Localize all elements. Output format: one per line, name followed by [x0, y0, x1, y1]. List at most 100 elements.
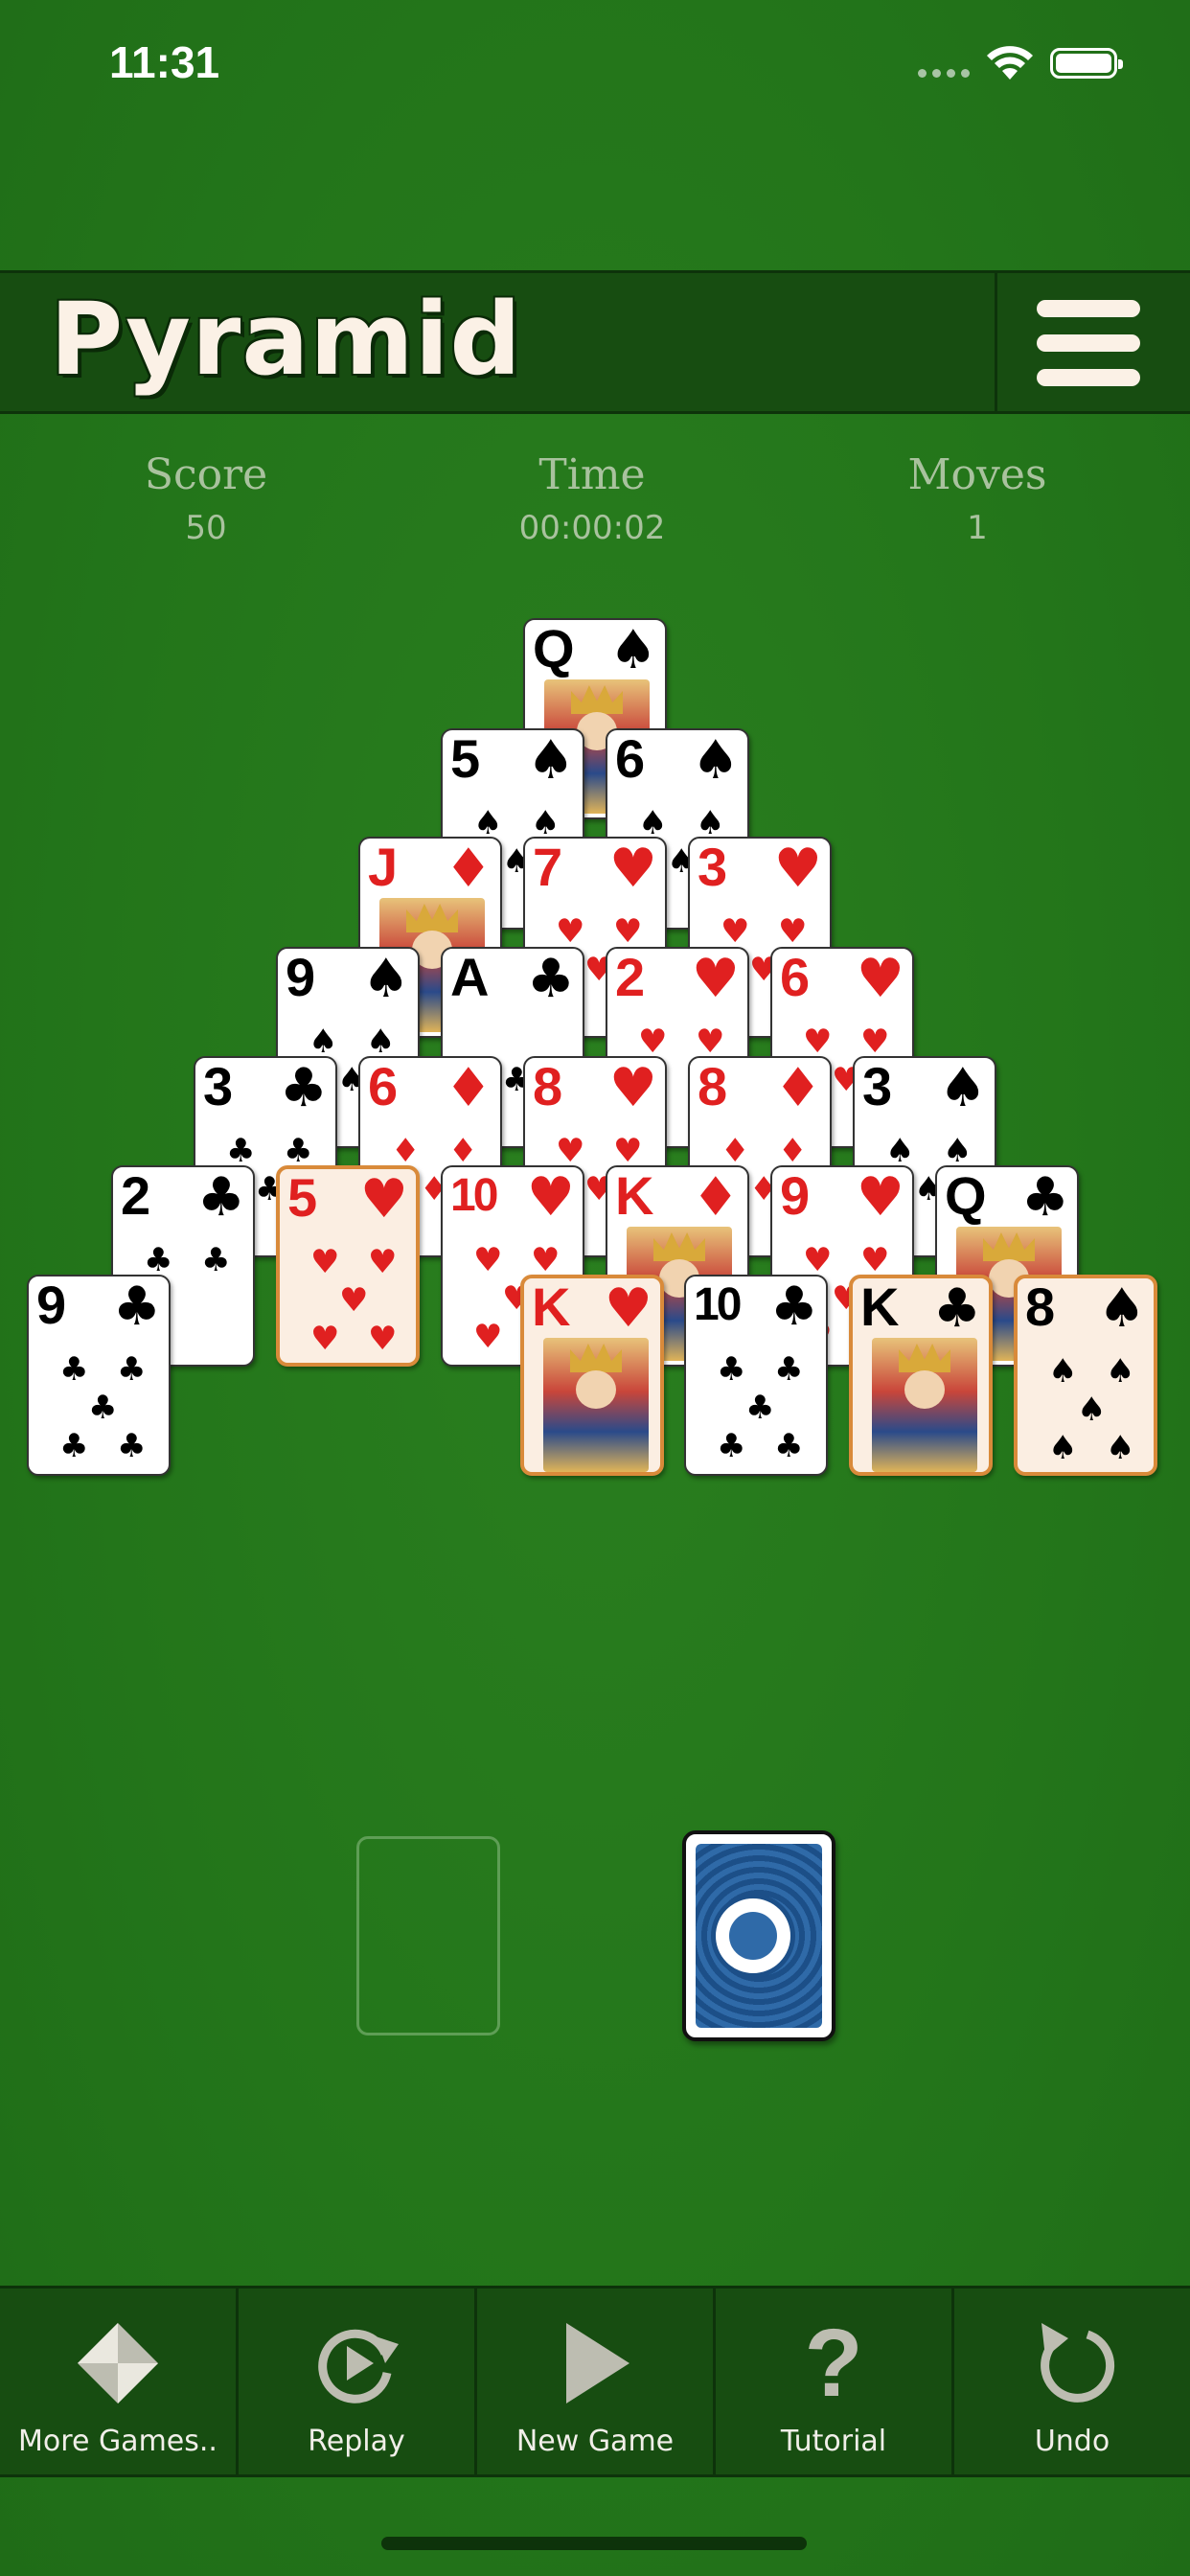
undo-button[interactable]: Undo: [954, 2288, 1190, 2474]
replay-button[interactable]: Replay: [239, 2288, 477, 2474]
more-games-button[interactable]: More Games..: [0, 2288, 239, 2474]
card-pip-icon: ♠: [531, 804, 561, 842]
card-pip-icon: ♥: [368, 1243, 398, 1281]
card-pip-icon: ♣: [201, 1241, 231, 1279]
card-suit-icon: ♠: [691, 729, 740, 792]
card-pip-icon: ♥: [613, 912, 643, 951]
time-label: Time: [538, 450, 646, 499]
card-pip-icon: ♥: [339, 1281, 369, 1320]
card-pip-icon: ♠: [473, 804, 503, 842]
card-rank: 5: [287, 1167, 318, 1228]
card-pip-icon: ♠: [1048, 1352, 1078, 1391]
card-rank: A: [450, 947, 490, 1007]
card-pip-icon: ♥: [778, 912, 808, 951]
card-pip-icon: ♥: [368, 1320, 398, 1358]
wifi-icon: [987, 46, 1033, 80]
status-time: 11:31: [109, 37, 220, 87]
card-rank: 9: [36, 1275, 67, 1335]
card-suit-icon: ♠: [361, 948, 410, 1010]
card-suit-icon: ♠: [608, 619, 657, 681]
card-pip-icon: ♠: [309, 1023, 338, 1061]
card-pip-icon: ♠: [943, 1132, 973, 1170]
card-pip-icon: ♥: [721, 912, 750, 951]
card-pip-icon: ♣: [774, 1427, 804, 1465]
card-pip-icon: ♦: [721, 1132, 750, 1170]
playing-card[interactable]: 8 ♠ ♠ ♠ ♠ ♠ ♠: [1014, 1275, 1157, 1476]
card-pip-icon: ♣: [717, 1427, 746, 1465]
card-suit-icon: ♦: [444, 1057, 492, 1119]
moves-label: Moves: [907, 450, 1047, 499]
card-suit-icon: ♥: [856, 948, 904, 1010]
signal-icon: [918, 69, 970, 78]
app-header: Pyramid: [0, 270, 1190, 414]
card-pip-icon: ♣: [117, 1350, 147, 1389]
playing-card[interactable]: 5 ♥ ♥ ♥ ♥ ♥ ♥: [276, 1165, 420, 1367]
moves-stat: Moves 1: [834, 450, 1121, 547]
card-pip-icon: ♦: [391, 1132, 421, 1170]
card-pip-icon: ♠: [1106, 1429, 1135, 1467]
card-rank: 9: [780, 1165, 811, 1226]
card-pip-icon: ♠: [1048, 1429, 1078, 1467]
card-pip-icon: ♠: [366, 1023, 396, 1061]
more-games-icon: [78, 2323, 158, 2404]
card-pip-icon: ♥: [556, 1132, 585, 1170]
card-rank: 5: [450, 728, 481, 789]
tutorial-button[interactable]: ? Tutorial: [716, 2288, 954, 2474]
card-suit-icon: ♥: [856, 1166, 904, 1229]
card-rank: 6: [368, 1056, 399, 1116]
card-pip-icon: ♠: [1106, 1352, 1135, 1391]
time-value: 00:00:02: [518, 509, 666, 547]
card-suit-icon: ♠: [938, 1057, 987, 1119]
new-game-button[interactable]: New Game: [477, 2288, 716, 2474]
stock-deck[interactable]: [682, 1830, 835, 2041]
card-pip-icon: ♥: [696, 1023, 725, 1061]
card-pip-icon: ♠: [638, 804, 668, 842]
waste-pile-slot[interactable]: [356, 1836, 500, 2036]
card-pip-icon: ♣: [59, 1350, 89, 1389]
undo-icon: [1041, 2323, 1115, 2403]
card-rank: 3: [698, 837, 728, 897]
court-card-portrait: [543, 1338, 649, 1472]
playing-card[interactable]: 9 ♣ ♣ ♣ ♣ ♣ ♣: [27, 1275, 171, 1476]
playing-card[interactable]: K ♥: [520, 1275, 664, 1476]
card-pip-icon: ♥: [638, 1023, 668, 1061]
card-pip-icon: ♥: [803, 1241, 833, 1279]
card-pip-icon: ♥: [613, 1132, 643, 1170]
card-rank: 2: [615, 947, 646, 1007]
card-back-emblem: [711, 1894, 795, 1978]
card-rank: 3: [203, 1056, 234, 1116]
card-rank: K: [615, 1165, 654, 1226]
card-suit-icon: ♣: [196, 1166, 245, 1229]
more-games-label: More Games..: [18, 2425, 217, 2458]
card-pip-icon: ♥: [860, 1241, 890, 1279]
card-suit-icon: ♥: [773, 838, 822, 900]
bottom-toolbar: More Games.. Replay New Game ? Tutorial …: [0, 2286, 1190, 2477]
card-pip-icon: ♣: [117, 1427, 147, 1465]
replay-label: Replay: [308, 2425, 405, 2458]
card-pip-icon: ♥: [556, 912, 585, 951]
new-game-label: New Game: [515, 2425, 675, 2458]
moves-value: 1: [967, 509, 988, 547]
score-stat: Score 50: [62, 450, 350, 547]
undo-label: Undo: [1034, 2425, 1110, 2458]
card-rank: 6: [780, 947, 811, 1007]
card-pip-icon: ♠: [885, 1132, 915, 1170]
playing-card[interactable]: 10 ♣ ♣ ♣ ♣ ♣ ♣: [684, 1275, 828, 1476]
card-suit-icon: ♥: [359, 1168, 408, 1230]
playing-card[interactable]: K ♣: [849, 1275, 993, 1476]
card-suit-icon: ♦: [444, 838, 492, 900]
menu-icon[interactable]: [1037, 300, 1140, 386]
card-pip-icon: ♠: [696, 804, 725, 842]
card-suit-icon: ♣: [932, 1277, 981, 1340]
card-rank: 6: [615, 728, 646, 789]
card-pip-icon: ♥: [473, 1241, 503, 1279]
card-suit-icon: ♣: [112, 1276, 161, 1338]
card-suit-icon: ♥: [691, 948, 740, 1010]
card-rank: 9: [286, 947, 316, 1007]
card-pip-icon: ♥: [310, 1243, 340, 1281]
app-title: Pyramid: [50, 281, 522, 398]
card-rank: 7: [533, 837, 563, 897]
card-pip-icon: ♥: [310, 1320, 340, 1358]
card-pip-icon: ♠: [1077, 1391, 1107, 1429]
card-rank: 8: [1025, 1276, 1056, 1337]
